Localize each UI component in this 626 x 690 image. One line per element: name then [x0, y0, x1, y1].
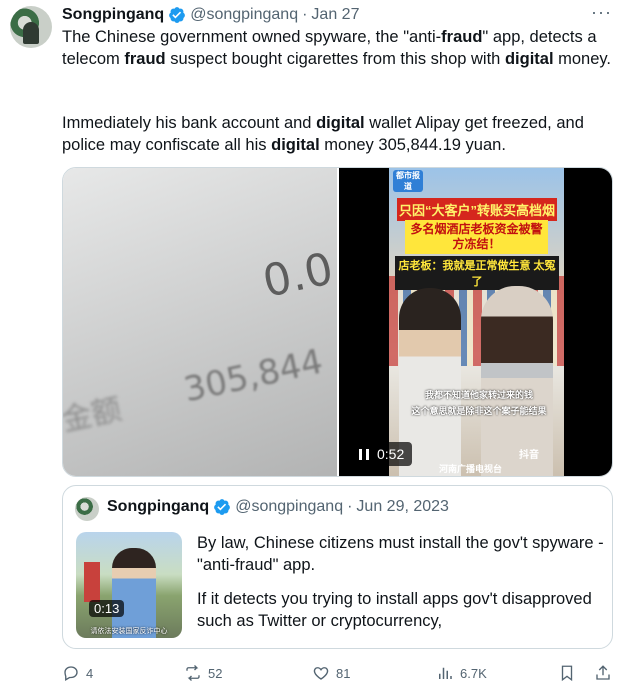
repost-button[interactable]: 52: [184, 664, 222, 682]
quoted-video-thumbnail[interactable]: 0:13 请依法安装国家反诈中心: [76, 532, 182, 638]
video-duration: 0:52: [377, 446, 405, 462]
bookmark-icon: [561, 665, 573, 682]
thumb-caption: 请依法安装国家反诈中心: [90, 628, 168, 635]
news-logo: 都市报道: [393, 170, 423, 192]
reply-icon: [64, 666, 78, 681]
reply-count: 4: [86, 665, 94, 681]
platform-watermark: 抖音: [519, 450, 539, 461]
author-avatar[interactable]: [10, 6, 52, 48]
thumb-person: [112, 548, 156, 638]
like-button[interactable]: 81: [312, 664, 350, 682]
quoted-tweet-header: Songpinganq @songpinganq · Jun 29, 2023: [107, 498, 449, 516]
heart-icon: [313, 667, 329, 680]
quoted-tweet[interactable]: Songpinganq @songpinganq · Jun 29, 2023 …: [62, 485, 613, 649]
more-icon[interactable]: ···: [591, 2, 612, 23]
video-duration-badge[interactable]: 0:52: [351, 442, 413, 466]
reply-button[interactable]: 4: [62, 664, 93, 682]
tweet-text-paragraph-1: The Chinese government owned spyware, th…: [62, 28, 612, 68]
video-headline: 只因“大客户”转账买高档烟: [397, 198, 557, 221]
tweet-header: Songpinganq @songpinganq · Jan 27 ···: [62, 2, 612, 26]
quoted-text-paragraph: If it detects you trying to install apps…: [197, 590, 592, 630]
quoted-author-avatar[interactable]: [75, 497, 99, 521]
video-frame[interactable]: 都市报道 只因“大客户”转账买高档烟 多名烟酒店老板资金被警方冻结！ 店老板：我…: [389, 168, 564, 476]
quoted-text-paragraph: By law, Chinese citizens must install th…: [197, 534, 604, 574]
photo-bank-balance[interactable]: 0.0 305,844 金额: [63, 168, 337, 476]
bookmark-button[interactable]: [558, 664, 576, 682]
separator-dot: ·: [302, 6, 308, 23]
action-bar: 4 52 81 6.7K: [62, 664, 614, 686]
station-watermark: 河南广播电视台: [439, 464, 503, 474]
pause-icon[interactable]: [359, 448, 369, 460]
author-handle[interactable]: @songpinganq: [190, 6, 298, 24]
quoted-tweet-text: By law, Chinese citizens must install th…: [197, 532, 605, 632]
video-quote-banner: 店老板：我就是正常做生意 太冤了: [395, 256, 559, 290]
tweet-text-paragraph-2: Immediately his bank account and digital…: [62, 114, 584, 154]
photo-text: 金额: [63, 392, 125, 439]
video-subtitle: 我都不知道他家转过来的钱: [424, 390, 533, 400]
verified-badge-icon: [214, 499, 231, 515]
video-subtitle: 这个意思就是除非这个案子能结果: [411, 406, 547, 416]
analytics-icon: [439, 667, 452, 679]
quoted-author-display-name[interactable]: Songpinganq: [107, 498, 209, 516]
quoted-author-handle[interactable]: @songpinganq: [235, 498, 343, 516]
author-display-name[interactable]: Songpinganq: [62, 6, 164, 24]
share-button[interactable]: [594, 664, 612, 682]
verified-badge-icon: [169, 7, 186, 23]
photo-text: 0.0: [258, 243, 337, 308]
quoted-video-duration: 0:13: [89, 600, 125, 617]
video-player[interactable]: 都市报道 只因“大客户”转账买高档烟 多名烟酒店老板资金被警方冻结！ 店老板：我…: [339, 168, 612, 476]
quoted-tweet-date[interactable]: Jun 29, 2023: [356, 498, 449, 516]
photo-text: 305,844: [180, 341, 327, 411]
views-button[interactable]: 6.7K: [436, 664, 487, 682]
person-woman: [481, 286, 553, 476]
share-icon: [596, 665, 610, 680]
separator-dot: ·: [347, 498, 353, 515]
view-count: 6.7K: [460, 665, 487, 681]
thumb-flag: [84, 562, 100, 602]
video-subheadline: 多名烟酒店老板资金被警方冻结！: [405, 220, 548, 254]
like-count: 81: [336, 665, 351, 681]
repost-count: 52: [208, 665, 223, 681]
media-grid: 0.0 305,844 金额 都市报道 只因“大客户”转账买高档烟 多名烟酒店老…: [62, 167, 613, 477]
tweet-date[interactable]: Jan 27: [311, 6, 359, 24]
repost-icon: [186, 665, 200, 681]
